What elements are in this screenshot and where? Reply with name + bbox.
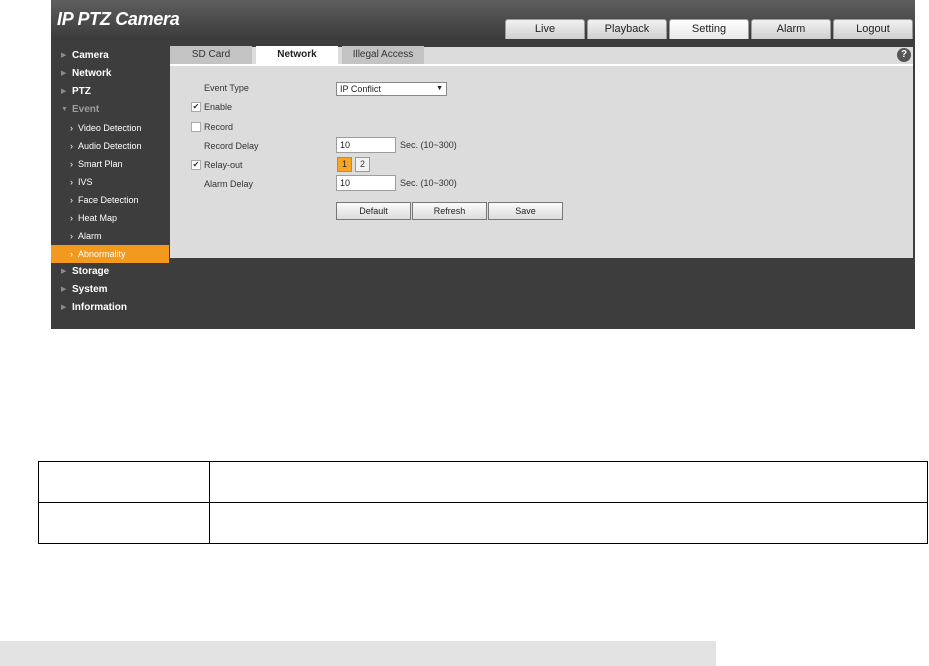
camera-web-app: IP PTZ Camera Live Playback Setting Alar… bbox=[51, 0, 915, 329]
tab-bar: SD Card Network Illegal Access bbox=[170, 46, 424, 64]
top-nav: Live Playback Setting Alarm Logout bbox=[505, 19, 913, 39]
relay-out-checkbox[interactable]: ✔ bbox=[191, 160, 201, 170]
sidebar-item-abnormality[interactable]: › Abnormality bbox=[51, 245, 169, 263]
document-footer-bar bbox=[0, 641, 716, 666]
table-cell bbox=[209, 502, 928, 544]
nav-alarm-button[interactable]: Alarm bbox=[751, 19, 831, 39]
sidebar-item-event[interactable]: ▼ Event bbox=[59, 101, 169, 119]
nav-playback-button[interactable]: Playback bbox=[587, 19, 667, 39]
nav-logout-button[interactable]: Logout bbox=[833, 19, 913, 39]
enable-checkbox[interactable]: ✔ bbox=[191, 102, 201, 112]
app-logo: IP PTZ Camera bbox=[57, 9, 180, 29]
record-delay-unit: Sec. (10~300) bbox=[400, 140, 457, 150]
event-type-label: Event Type bbox=[204, 83, 249, 93]
alarm-delay-unit: Sec. (10~300) bbox=[400, 178, 457, 188]
table-row bbox=[38, 502, 928, 544]
sidebar-item-face-detection[interactable]: › Face Detection bbox=[59, 191, 169, 209]
record-delay-label: Record Delay bbox=[204, 141, 259, 151]
sidebar-item-camera[interactable]: ▶ Camera bbox=[59, 47, 169, 65]
alarm-delay-input[interactable]: 10 bbox=[336, 175, 396, 191]
chevron-right-icon: › bbox=[70, 231, 73, 241]
alarm-delay-label: Alarm Delay bbox=[204, 179, 254, 189]
tab-illegal-access[interactable]: Illegal Access bbox=[342, 46, 424, 64]
chevron-right-icon: › bbox=[70, 213, 73, 223]
expand-triangle-icon: ▶ bbox=[61, 70, 67, 77]
sidebar-item-storage[interactable]: ▶ Storage bbox=[59, 263, 169, 281]
settings-panel: SD Card Network Illegal Access ? Event T… bbox=[170, 46, 913, 258]
default-button[interactable]: Default bbox=[336, 202, 411, 220]
sidebar-item-alarm[interactable]: › Alarm bbox=[59, 227, 169, 245]
help-icon[interactable]: ? bbox=[897, 48, 911, 62]
sidebar-item-information[interactable]: ▶ Information bbox=[59, 299, 169, 317]
expand-triangle-icon: ▶ bbox=[61, 88, 67, 95]
record-delay-input[interactable]: 10 bbox=[336, 137, 396, 153]
sidebar-item-video-detection[interactable]: › Video Detection bbox=[59, 119, 169, 137]
app-header: IP PTZ Camera Live Playback Setting Alar… bbox=[51, 0, 915, 40]
expand-triangle-icon: ▶ bbox=[61, 52, 67, 59]
chevron-right-icon: › bbox=[70, 159, 73, 169]
expand-triangle-icon: ▶ bbox=[61, 304, 67, 311]
document-table bbox=[38, 461, 928, 544]
sidebar-item-ivs[interactable]: › IVS bbox=[59, 173, 169, 191]
sidebar-item-system[interactable]: ▶ System bbox=[59, 281, 169, 299]
relay-channel-1-button[interactable]: 1 bbox=[337, 157, 352, 172]
nav-setting-button[interactable]: Setting bbox=[669, 19, 749, 39]
dropdown-arrow-icon: ▼ bbox=[436, 85, 443, 92]
tab-underline bbox=[170, 64, 913, 66]
sidebar-item-network[interactable]: ▶ Network bbox=[59, 65, 169, 83]
sidebar-item-smart-plan[interactable]: › Smart Plan bbox=[59, 155, 169, 173]
table-row bbox=[38, 461, 928, 503]
relay-channel-2-button[interactable]: 2 bbox=[355, 157, 370, 172]
sidebar-item-audio-detection[interactable]: › Audio Detection bbox=[59, 137, 169, 155]
nav-live-button[interactable]: Live bbox=[505, 19, 585, 39]
settings-sidebar: ▶ Camera ▶ Network ▶ PTZ ▼ Event › Video Dete… bbox=[51, 47, 169, 317]
sidebar-item-heat-map[interactable]: › Heat Map bbox=[59, 209, 169, 227]
refresh-button[interactable]: Refresh bbox=[412, 202, 487, 220]
relay-out-label: Relay-out bbox=[204, 160, 243, 170]
tab-sd-card[interactable]: SD Card bbox=[170, 46, 252, 64]
chevron-right-icon: › bbox=[70, 195, 73, 205]
enable-label: Enable bbox=[204, 102, 233, 112]
chevron-right-icon: › bbox=[70, 249, 73, 259]
chevron-right-icon: › bbox=[70, 177, 73, 187]
sidebar-item-ptz[interactable]: ▶ PTZ bbox=[59, 83, 169, 101]
event-type-select[interactable]: IP Conflict ▼ bbox=[336, 82, 447, 96]
expand-triangle-icon: ▶ bbox=[61, 268, 67, 275]
table-cell bbox=[209, 461, 928, 503]
save-button[interactable]: Save bbox=[488, 202, 563, 220]
tab-network[interactable]: Network bbox=[256, 46, 338, 64]
table-cell bbox=[38, 502, 210, 544]
chevron-right-icon: › bbox=[70, 123, 73, 133]
record-label: Record bbox=[204, 122, 234, 132]
table-cell bbox=[38, 461, 210, 503]
collapse-triangle-icon: ▼ bbox=[61, 106, 68, 113]
expand-triangle-icon: ▶ bbox=[61, 286, 67, 293]
record-checkbox[interactable] bbox=[191, 122, 201, 132]
chevron-right-icon: › bbox=[70, 141, 73, 151]
